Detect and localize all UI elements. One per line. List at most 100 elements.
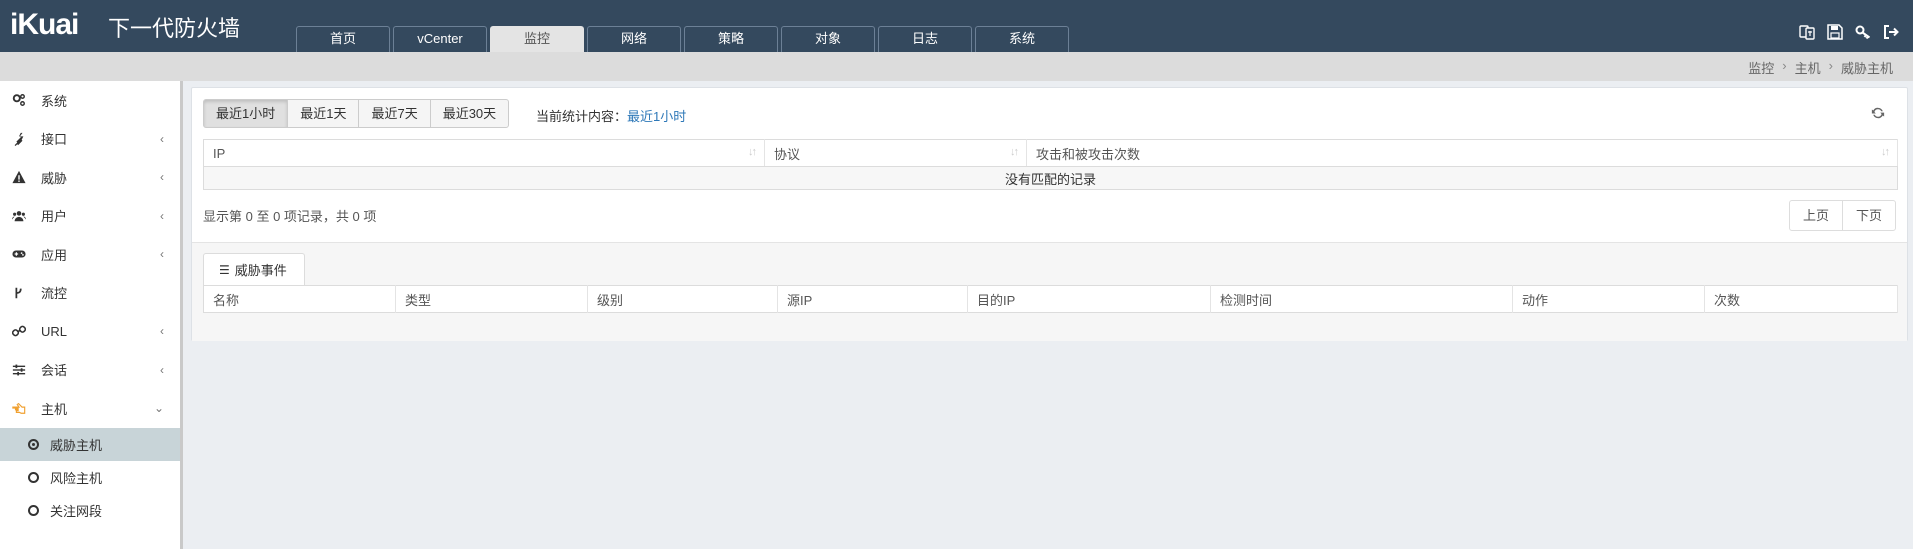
sidebar-item-url[interactable]: URL ‹ — [0, 312, 180, 351]
list-icon: ☰ — [219, 262, 230, 277]
table-header-row: IP ↓↑ 协议 ↓↑ 攻击和被攻击次数 ↓↑ — [203, 139, 1898, 167]
sidebar-subitem-label: 威胁主机 — [50, 437, 103, 453]
column-header-source-ip[interactable]: 源IP — [777, 285, 968, 313]
main-nav-tabs: 首页 vCenter 监控 网络 策略 对象 日志 系统 — [296, 26, 1069, 52]
range-button-7d[interactable]: 最近7天 — [358, 99, 431, 128]
branch-icon — [11, 285, 27, 301]
sidebar-item-label: 系统 — [41, 93, 68, 109]
key-icon[interactable] — [1855, 24, 1871, 40]
column-header-attack-count[interactable]: 攻击和被攻击次数 ↓↑ — [1026, 139, 1898, 167]
chevron-left-icon: ‹ — [160, 170, 164, 184]
column-header-count[interactable]: 次数 — [1704, 285, 1898, 313]
range-button-1h[interactable]: 最近1小时 — [203, 99, 289, 128]
table-row: 没有匹配的记录 — [203, 166, 1898, 190]
users-icon — [11, 208, 27, 224]
radio-selected-icon — [28, 438, 39, 450]
sliders-icon — [11, 362, 27, 378]
column-header-level[interactable]: 级别 — [587, 285, 778, 313]
nav-tab-vcenter[interactable]: vCenter — [393, 26, 487, 52]
column-header-protocol[interactable]: 协议 ↓↑ — [764, 139, 1027, 167]
breadcrumb-bar: 监控 › 主机 › 威胁主机 — [0, 52, 1913, 81]
sort-icon[interactable]: ↓↑ — [1010, 146, 1019, 158]
sidebar-item-users[interactable]: 用户 ‹ — [0, 197, 180, 236]
threat-events-table: 名称 类型 级别 源IP 目的IP 检测时间 动作 次数 — [203, 285, 1898, 313]
sidebar-item-flow-control[interactable]: 流控 — [0, 274, 180, 313]
sidebar-item-label: 威胁 — [41, 170, 68, 186]
nav-tab-network[interactable]: 网络 — [587, 26, 681, 52]
sidebar: 系统 接口 ‹ 威胁 ‹ 用户 ‹ 应用 ‹ 流控 URL ‹ 会话 ‹ 主机 … — [0, 81, 183, 549]
sidebar-item-system[interactable]: 系统 — [0, 81, 180, 120]
nav-tab-object[interactable]: 对象 — [781, 26, 875, 52]
brand-subtitle: 下一代防火墙 — [108, 17, 241, 42]
gears-icon — [11, 92, 27, 108]
pagination-info: 显示第 0 至 0 项记录，共 0 项 — [203, 209, 377, 224]
sidebar-item-label: 用户 — [41, 209, 68, 225]
column-header-detect-time[interactable]: 检测时间 — [1210, 285, 1513, 313]
stat-label: 当前统计内容： — [536, 109, 628, 124]
refresh-icon[interactable] — [1871, 106, 1885, 120]
sidebar-subitem-watched-segment[interactable]: 关注网段 — [0, 493, 180, 527]
translate-icon[interactable] — [1799, 24, 1815, 40]
sort-icon[interactable]: ↓↑ — [748, 146, 757, 158]
brand-logo[interactable]: iKuai — [10, 8, 79, 42]
column-header-type[interactable]: 类型 — [395, 285, 588, 313]
logout-icon[interactable] — [1883, 24, 1899, 40]
range-button-30d[interactable]: 最近30天 — [429, 99, 510, 128]
column-header-action[interactable]: 动作 — [1512, 285, 1705, 313]
sort-icon[interactable]: ↓↑ — [1881, 146, 1890, 158]
link-icon — [11, 323, 27, 339]
breadcrumb-item-monitor[interactable]: 监控 — [1748, 58, 1774, 77]
nav-tab-monitor[interactable]: 监控 — [490, 26, 584, 52]
breadcrumb-separator: › — [1828, 58, 1833, 73]
stat-value: 最近1小时 — [627, 109, 687, 124]
sidebar-item-label: 会话 — [41, 363, 68, 379]
breadcrumb-item-threat-host: 威胁主机 — [1840, 61, 1893, 76]
chevron-left-icon: ‹ — [160, 362, 164, 377]
breadcrumb: 监控 › 主机 › 威胁主机 — [1748, 58, 1893, 77]
gamepad-icon — [11, 246, 27, 262]
breadcrumb-separator: › — [1782, 58, 1787, 73]
chevron-left-icon: ‹ — [160, 208, 164, 223]
prev-page-button[interactable]: 上页 — [1788, 200, 1843, 231]
sidebar-item-session[interactable]: 会话 ‹ — [0, 351, 180, 390]
threat-events-section: ☰ 威胁事件 名称 类型 级别 源IP 目的IP 检测时间 动作 次数 — [192, 242, 1907, 341]
sidebar-subitem-risk-host[interactable]: 风险主机 — [0, 460, 180, 494]
radio-icon — [28, 471, 39, 483]
tab-label: 威胁事件 — [234, 263, 287, 278]
nav-tab-system[interactable]: 系统 — [975, 26, 1069, 52]
tab-threat-events[interactable]: ☰ 威胁事件 — [203, 253, 305, 285]
column-header-ip[interactable]: IP ↓↑ — [203, 139, 765, 167]
header-toolbar — [1799, 24, 1899, 40]
column-header-dest-ip[interactable]: 目的IP — [967, 285, 1211, 313]
sidebar-subitem-label: 风险主机 — [50, 470, 103, 486]
sidebar-item-label: 主机 — [41, 401, 68, 417]
pagination: 上页 下页 — [1788, 200, 1896, 231]
sidebar-item-interface[interactable]: 接口 ‹ — [0, 120, 180, 159]
sidebar-item-host[interactable]: 主机 ⌄ — [0, 389, 180, 428]
nav-tab-log[interactable]: 日志 — [878, 26, 972, 52]
hand-pointer-icon — [11, 400, 27, 416]
main-panel: 最近1小时 最近1天 最近7天 最近30天 当前统计内容：最近1小时 IP ↓↑ … — [191, 87, 1908, 341]
host-stats-table: IP ↓↑ 协议 ↓↑ 攻击和被攻击次数 ↓↑ 没有匹配的记录 — [203, 139, 1898, 190]
chevron-left-icon: ‹ — [160, 324, 164, 338]
sidebar-item-label: 接口 — [41, 132, 68, 148]
top-header: iKuai 下一代防火墙 首页 vCenter 监控 网络 策略 对象 日志 系… — [0, 0, 1913, 52]
column-header-name[interactable]: 名称 — [203, 285, 396, 313]
save-icon[interactable] — [1827, 24, 1843, 40]
time-range-group: 最近1小时 最近1天 最近7天 最近30天 — [203, 99, 510, 128]
table-header-row: 名称 类型 级别 源IP 目的IP 检测时间 动作 次数 — [203, 285, 1898, 313]
sidebar-subitem-label: 关注网段 — [50, 503, 103, 519]
range-button-1d[interactable]: 最近1天 — [287, 99, 360, 128]
next-page-button[interactable]: 下页 — [1841, 200, 1896, 231]
nav-tab-home[interactable]: 首页 — [296, 26, 390, 52]
sidebar-item-label: 流控 — [41, 286, 68, 302]
sidebar-item-label: URL — [41, 323, 68, 339]
chevron-left-icon: ‹ — [160, 247, 164, 261]
sidebar-item-application[interactable]: 应用 ‹ — [0, 235, 180, 274]
nav-tab-policy[interactable]: 策略 — [684, 26, 778, 52]
sidebar-subitem-threat-host[interactable]: 威胁主机 — [0, 427, 180, 461]
radio-icon — [28, 504, 39, 516]
breadcrumb-item-host[interactable]: 主机 — [1795, 58, 1821, 77]
sidebar-item-threat[interactable]: 威胁 ‹ — [0, 158, 180, 197]
warning-icon — [11, 169, 27, 185]
